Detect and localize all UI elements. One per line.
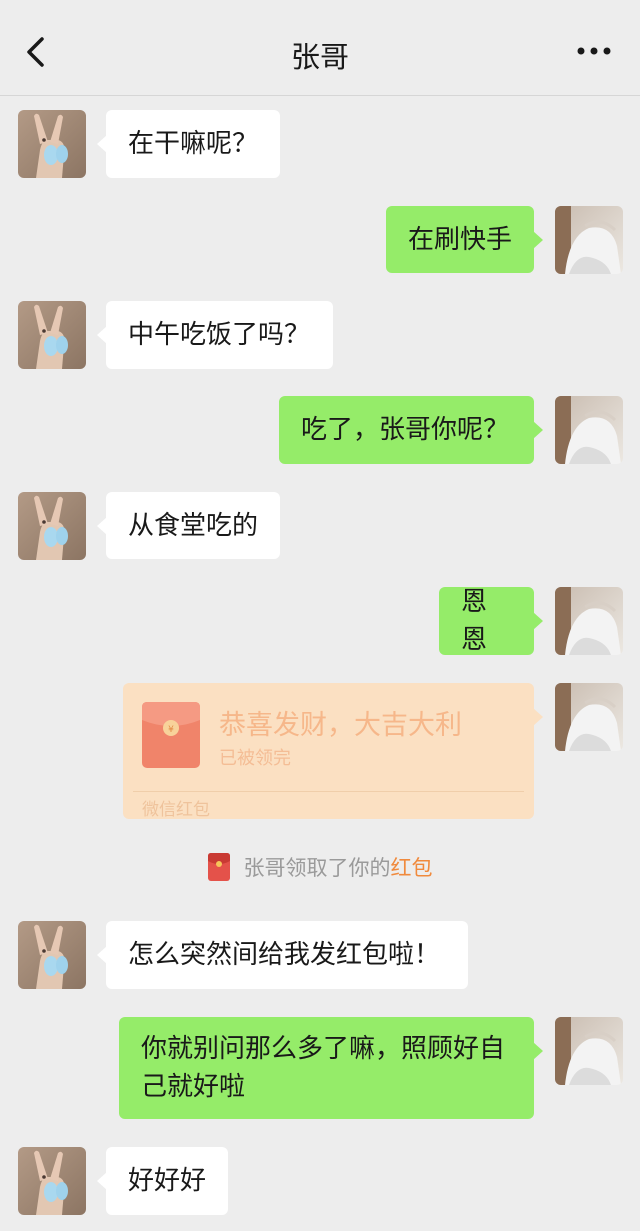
red-packet-card[interactable]: ¥ 恭喜发财，大吉大利 已被领完 微信红包 [123,683,543,820]
contact-avatar[interactable] [18,110,86,178]
my-avatar[interactable] [555,396,623,464]
more-dots-icon[interactable] [576,44,612,58]
incoming-message[interactable]: 好好好 [97,1147,228,1215]
outgoing-message[interactable]: 在刷快手 [386,206,543,273]
incoming-message[interactable]: 在干嘛呢？ [97,110,280,178]
svg-text:¥: ¥ [168,725,174,735]
contact-avatar[interactable] [18,301,86,369]
outgoing-message[interactable]: 你就别问那么多了嘛，照顾好自 己就好啦 [119,1017,543,1119]
incoming-message[interactable]: 从食堂吃的 [97,492,280,559]
my-avatar[interactable] [555,206,623,274]
message-line: 你就别问那么多了嘛，照顾好自 [141,1034,506,1064]
red-packet-divider [133,791,524,792]
red-packet-icon: ¥ [142,702,200,768]
contact-avatar[interactable] [18,921,86,989]
red-packet-footer: 微信红包 [142,800,210,820]
red-packet-link[interactable]: 红包 [391,852,433,882]
red-packet-icon [207,853,230,881]
my-avatar[interactable] [555,1017,623,1085]
my-avatar[interactable] [555,587,623,655]
incoming-message[interactable]: 怎么突然间给我发红包啦！ [97,921,468,989]
red-packet-status: 已被领完 [219,748,291,769]
system-notice: 张哥领取了你的 红包 [0,851,640,883]
message-line: 己就好啦 [141,1072,246,1102]
outgoing-message[interactable]: 恩恩 [439,587,543,655]
chat-header: 张哥 [0,0,640,96]
red-packet-title: 恭喜发财，大吉大利 [219,710,462,741]
incoming-message[interactable]: 中午吃饭了吗？ [97,301,333,369]
my-avatar[interactable] [555,683,623,751]
contact-avatar[interactable] [18,492,86,560]
system-notice-text: 张哥领取了你的 [243,856,391,880]
outgoing-message[interactable]: 吃了，张哥你呢？ [279,396,543,464]
chat-title: 张哥 [290,40,349,74]
contact-avatar[interactable] [18,1147,86,1215]
